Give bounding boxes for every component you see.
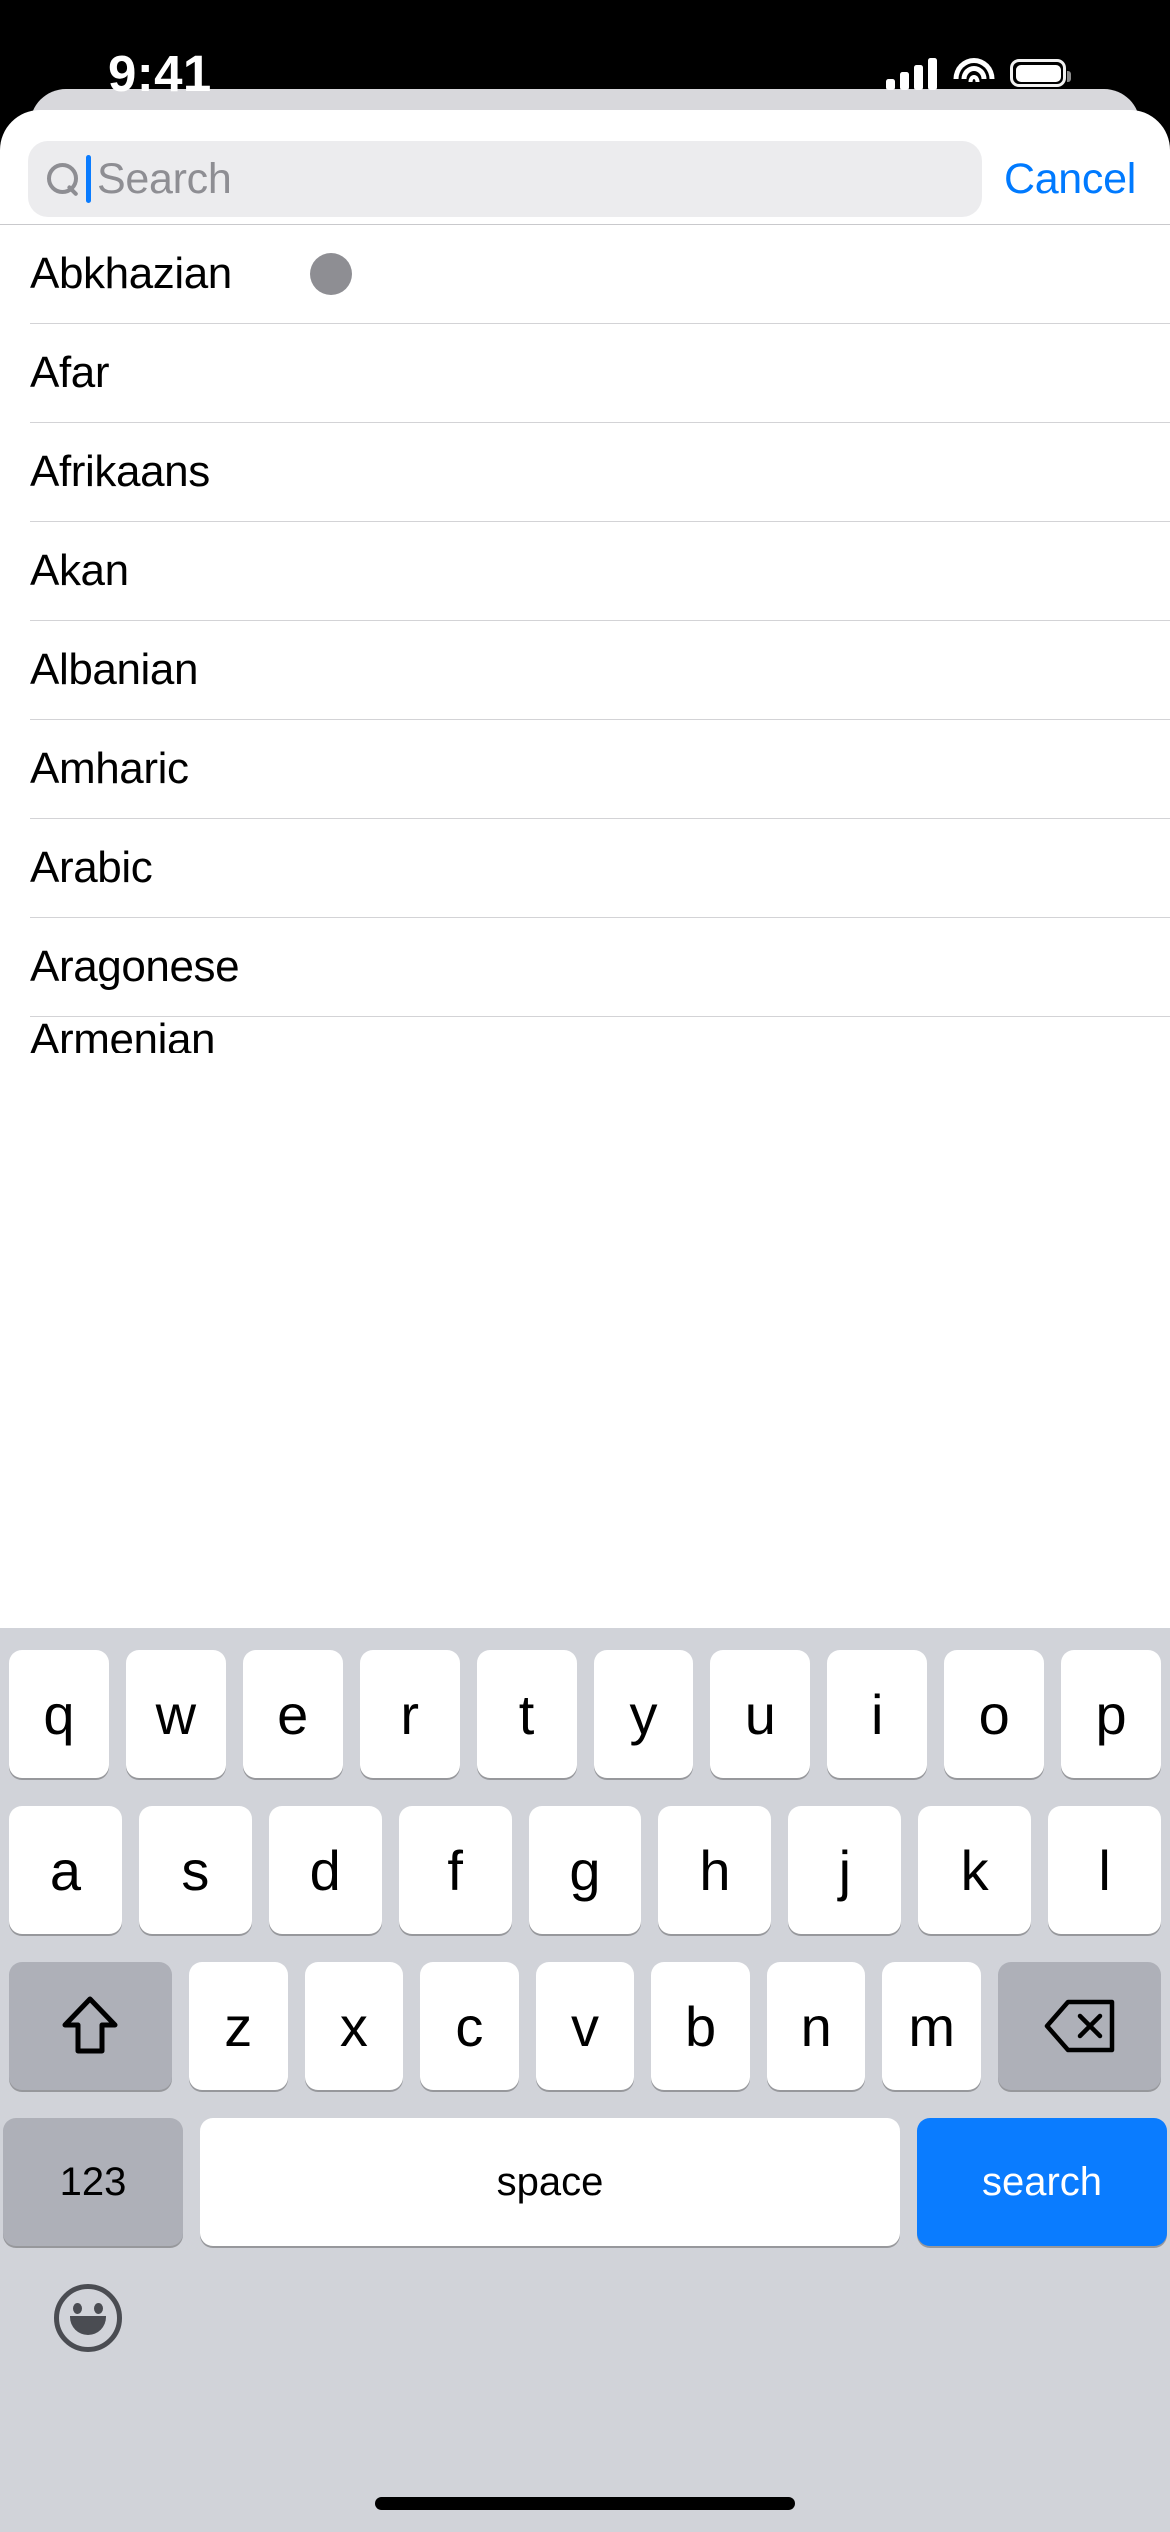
key-w[interactable]: w: [125, 1650, 226, 1778]
key-h[interactable]: h: [658, 1806, 772, 1934]
keyboard-row-1: qwertyuiop: [0, 1650, 1170, 1778]
battery-icon: [1010, 59, 1071, 87]
list-item-label: Albanian: [30, 645, 199, 694]
key-x[interactable]: x: [304, 1962, 404, 2090]
delete-backspace-icon: [1044, 1999, 1114, 2053]
list-item[interactable]: Albanian: [0, 621, 1170, 719]
key-g[interactable]: g: [528, 1806, 642, 1934]
search-icon: [46, 162, 80, 196]
wifi-icon: [953, 58, 994, 88]
keyboard-row-2: asdfghjkl: [0, 1806, 1170, 1934]
status-bar: 9:41: [0, 0, 1170, 132]
list-item-label: Armenian: [30, 1017, 216, 1053]
list-item-label: Afrikaans: [30, 447, 210, 496]
status-bar-time: 9:41: [108, 44, 212, 102]
key-t[interactable]: t: [476, 1650, 577, 1778]
language-list[interactable]: Abkhazian Afar Afrikaans Akan Albanian Amhari…: [0, 225, 1170, 1053]
emoji-smiley-icon[interactable]: [54, 2284, 122, 2352]
key-l[interactable]: l: [1048, 1806, 1162, 1934]
home-indicator: [375, 2497, 795, 2510]
cellular-bars-icon: [886, 56, 937, 90]
search-input[interactable]: Search: [28, 141, 982, 217]
key-o[interactable]: o: [944, 1650, 1045, 1778]
list-item[interactable]: Aragonese: [0, 918, 1170, 1016]
list-item[interactable]: Afrikaans: [0, 423, 1170, 521]
selected-indicator-dot: [309, 253, 352, 295]
list-item-label: Afar: [30, 348, 110, 397]
key-q[interactable]: q: [8, 1650, 109, 1778]
keyboard-row-3: zxcvbnm: [0, 1962, 1170, 2090]
text-cursor: [86, 155, 91, 203]
key-d[interactable]: d: [268, 1806, 382, 1934]
search-bar: Search Cancel: [0, 134, 1170, 224]
list-item-label: Amharic: [30, 744, 189, 793]
keyboard-row-4: 123 space search: [0, 2118, 1170, 2246]
key-y[interactable]: y: [593, 1650, 694, 1778]
key-c[interactable]: c: [420, 1962, 519, 2090]
space-key[interactable]: space: [200, 2118, 900, 2246]
status-bar-indicators: [886, 56, 1071, 90]
list-item[interactable]: Abkhazian: [0, 225, 1170, 323]
key-u[interactable]: u: [710, 1650, 811, 1778]
keyboard-bottom-bar: [0, 2246, 1170, 2532]
key-f[interactable]: f: [398, 1806, 512, 1934]
list-item-label: Akan: [30, 546, 129, 595]
on-screen-keyboard: qwertyuiop asdfghjkl zxcvbnm 123 space s…: [0, 1628, 1170, 2532]
key-i[interactable]: i: [827, 1650, 928, 1778]
key-z[interactable]: z: [188, 1962, 288, 2090]
key-r[interactable]: r: [359, 1650, 460, 1778]
list-item[interactable]: Arabic: [0, 819, 1170, 917]
key-p[interactable]: p: [1061, 1650, 1162, 1778]
key-b[interactable]: b: [651, 1962, 750, 2090]
key-e[interactable]: e: [242, 1650, 343, 1778]
key-k[interactable]: k: [918, 1806, 1032, 1934]
search-return-key[interactable]: search: [917, 2118, 1167, 2246]
search-placeholder: Search: [97, 154, 232, 203]
list-item[interactable]: Armenian: [0, 1017, 1170, 1053]
list-item-label: Arabic: [30, 843, 153, 892]
numbers-key[interactable]: 123: [3, 2118, 183, 2246]
key-j[interactable]: j: [788, 1806, 902, 1934]
list-item[interactable]: Amharic: [0, 720, 1170, 818]
shift-key[interactable]: [8, 1962, 172, 2090]
key-m[interactable]: m: [882, 1962, 982, 2090]
list-item[interactable]: Akan: [0, 522, 1170, 620]
list-item-label: Abkhazian: [30, 249, 232, 298]
key-a[interactable]: a: [9, 1806, 122, 1934]
shift-icon: [62, 1996, 118, 2054]
cancel-button[interactable]: Cancel: [1004, 155, 1142, 204]
list-item[interactable]: Afar: [0, 324, 1170, 422]
key-n[interactable]: n: [766, 1962, 866, 2090]
list-item-label: Aragonese: [30, 942, 240, 991]
key-v[interactable]: v: [535, 1962, 635, 2090]
delete-key[interactable]: [998, 1962, 1162, 2090]
key-s[interactable]: s: [138, 1806, 252, 1934]
